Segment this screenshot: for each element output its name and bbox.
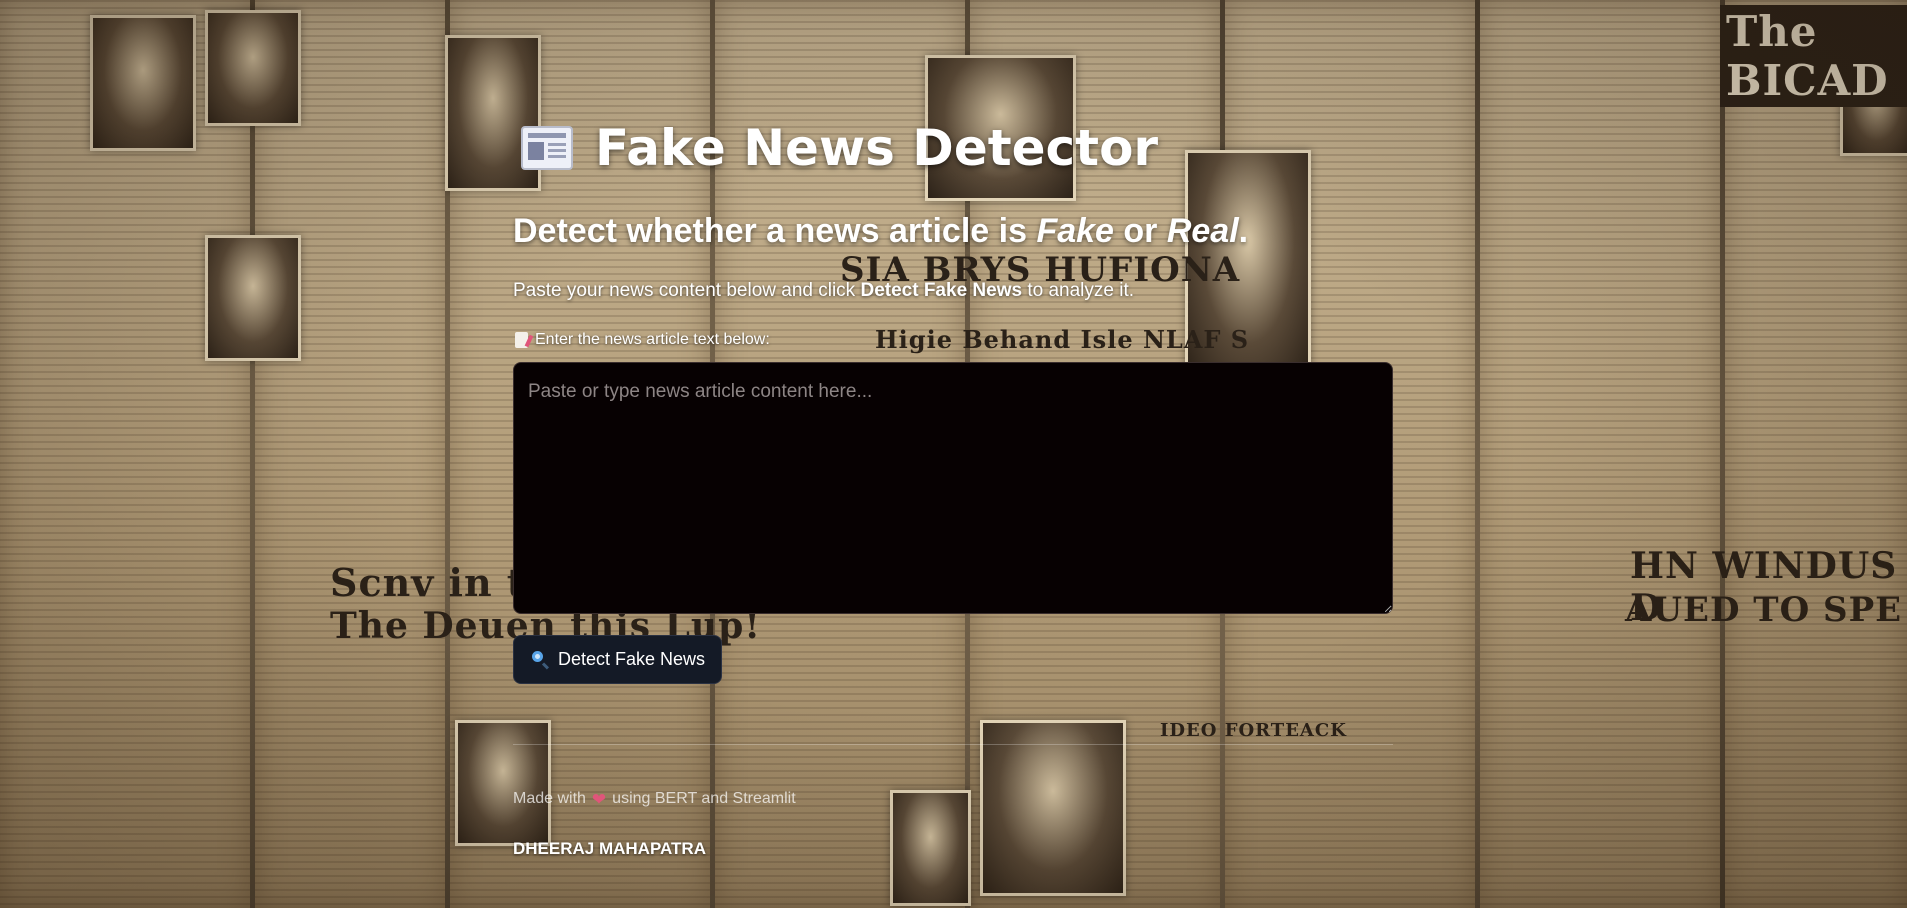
subtitle-text-end: . xyxy=(1238,212,1249,250)
footer-made-with: Made with xyxy=(513,790,586,807)
subtitle-text-middle: or xyxy=(1113,212,1167,250)
page-header: Fake News Detector xyxy=(521,118,1158,178)
page-title: Fake News Detector xyxy=(595,119,1159,177)
memo-icon xyxy=(515,332,528,348)
detect-button-label: Detect Fake News xyxy=(558,649,706,669)
article-text-input[interactable] xyxy=(513,362,1393,614)
author-name: DHEERAJ MAHAPATRA xyxy=(513,839,706,858)
footer-using: using BERT and Streamlit xyxy=(612,790,796,807)
detect-fake-news-button[interactable]: Detect Fake News xyxy=(513,635,723,684)
instructions-start: Paste your news content below and click xyxy=(513,280,861,301)
instructions-end: to analyze it. xyxy=(1022,280,1134,301)
page-subtitle: Detect whether a news article is Fake or… xyxy=(513,212,1248,251)
newspaper-icon xyxy=(521,126,573,170)
heart-icon: ❤ xyxy=(591,789,607,809)
subtitle-real: Real xyxy=(1166,212,1239,250)
instructions-button-ref: Detect Fake News xyxy=(860,280,1023,301)
footer-credits: Made with ❤ using BERT and Streamlit xyxy=(513,790,796,808)
article-input-label-text: Enter the news article text below: xyxy=(535,331,770,348)
article-input-label: Enter the news article text below: xyxy=(515,331,770,349)
magnifier-icon xyxy=(532,650,550,670)
instructions-text: Paste your news content below and click … xyxy=(513,280,1134,302)
subtitle-text-start: Detect whether a news article is xyxy=(513,212,1037,250)
subtitle-fake: Fake xyxy=(1036,212,1114,250)
footer-divider xyxy=(513,744,1393,745)
